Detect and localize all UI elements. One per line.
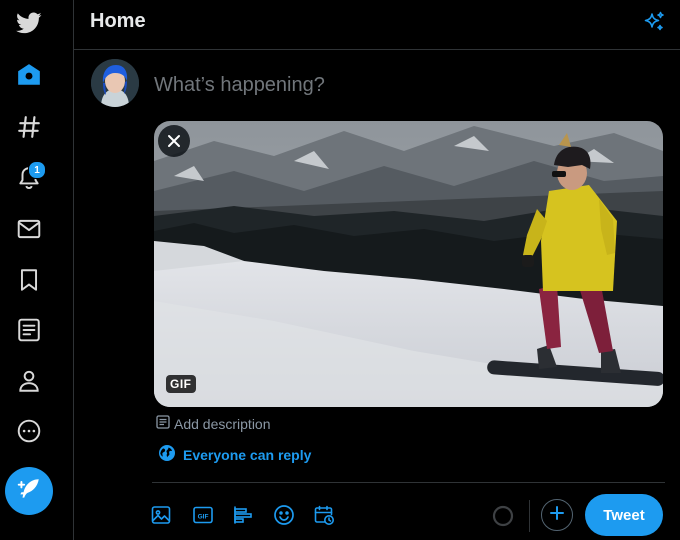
page-header: Home <box>74 0 680 50</box>
schedule-icon[interactable] <box>311 502 337 528</box>
add-description-label: Add description <box>174 415 271 432</box>
plus-icon <box>549 505 565 526</box>
avatar[interactable] <box>91 59 139 107</box>
emoji-icon[interactable] <box>271 502 297 528</box>
more-icon[interactable] <box>6 408 52 454</box>
add-thread-button[interactable] <box>541 499 573 531</box>
sparkle-icon[interactable] <box>642 10 666 39</box>
gif-image <box>154 121 663 407</box>
character-count-ring <box>492 505 514 532</box>
poll-icon[interactable] <box>230 502 256 528</box>
sidebar-nav: 1 <box>0 0 74 540</box>
tweet-text-input[interactable]: What’s happening? <box>154 74 325 97</box>
gif-icon[interactable]: GIF <box>190 502 216 528</box>
description-icon <box>155 414 171 433</box>
globe-icon <box>158 444 176 465</box>
add-description-link[interactable]: Add description <box>155 414 271 433</box>
compose-icon <box>16 476 42 507</box>
svg-text:GIF: GIF <box>198 513 209 520</box>
profile-icon[interactable] <box>6 358 52 404</box>
composer-divider <box>152 482 665 483</box>
twitter-logo-icon[interactable] <box>6 0 52 46</box>
main-column: Home What’s happening? GIF Add descripti… <box>74 0 680 540</box>
home-icon[interactable] <box>6 52 52 98</box>
compose-tweet-button[interactable] <box>5 467 53 515</box>
hashtag-icon[interactable] <box>6 104 52 150</box>
list-icon[interactable] <box>6 307 52 353</box>
mail-icon[interactable] <box>6 206 52 252</box>
gif-badge: GIF <box>166 375 196 393</box>
tweet-button[interactable]: Tweet <box>585 494 663 536</box>
reply-setting-label: Everyone can reply <box>183 446 312 463</box>
notification-badge: 1 <box>28 161 46 179</box>
page-title: Home <box>90 10 146 32</box>
toolbar-separator <box>529 500 530 532</box>
close-icon <box>166 133 182 149</box>
bookmark-icon[interactable] <box>6 257 52 303</box>
bell-icon[interactable]: 1 <box>6 155 52 201</box>
gif-media-preview: GIF <box>154 121 663 407</box>
image-icon[interactable] <box>148 502 174 528</box>
remove-media-button[interactable] <box>158 125 190 157</box>
reply-setting-button[interactable]: Everyone can reply <box>158 444 311 465</box>
